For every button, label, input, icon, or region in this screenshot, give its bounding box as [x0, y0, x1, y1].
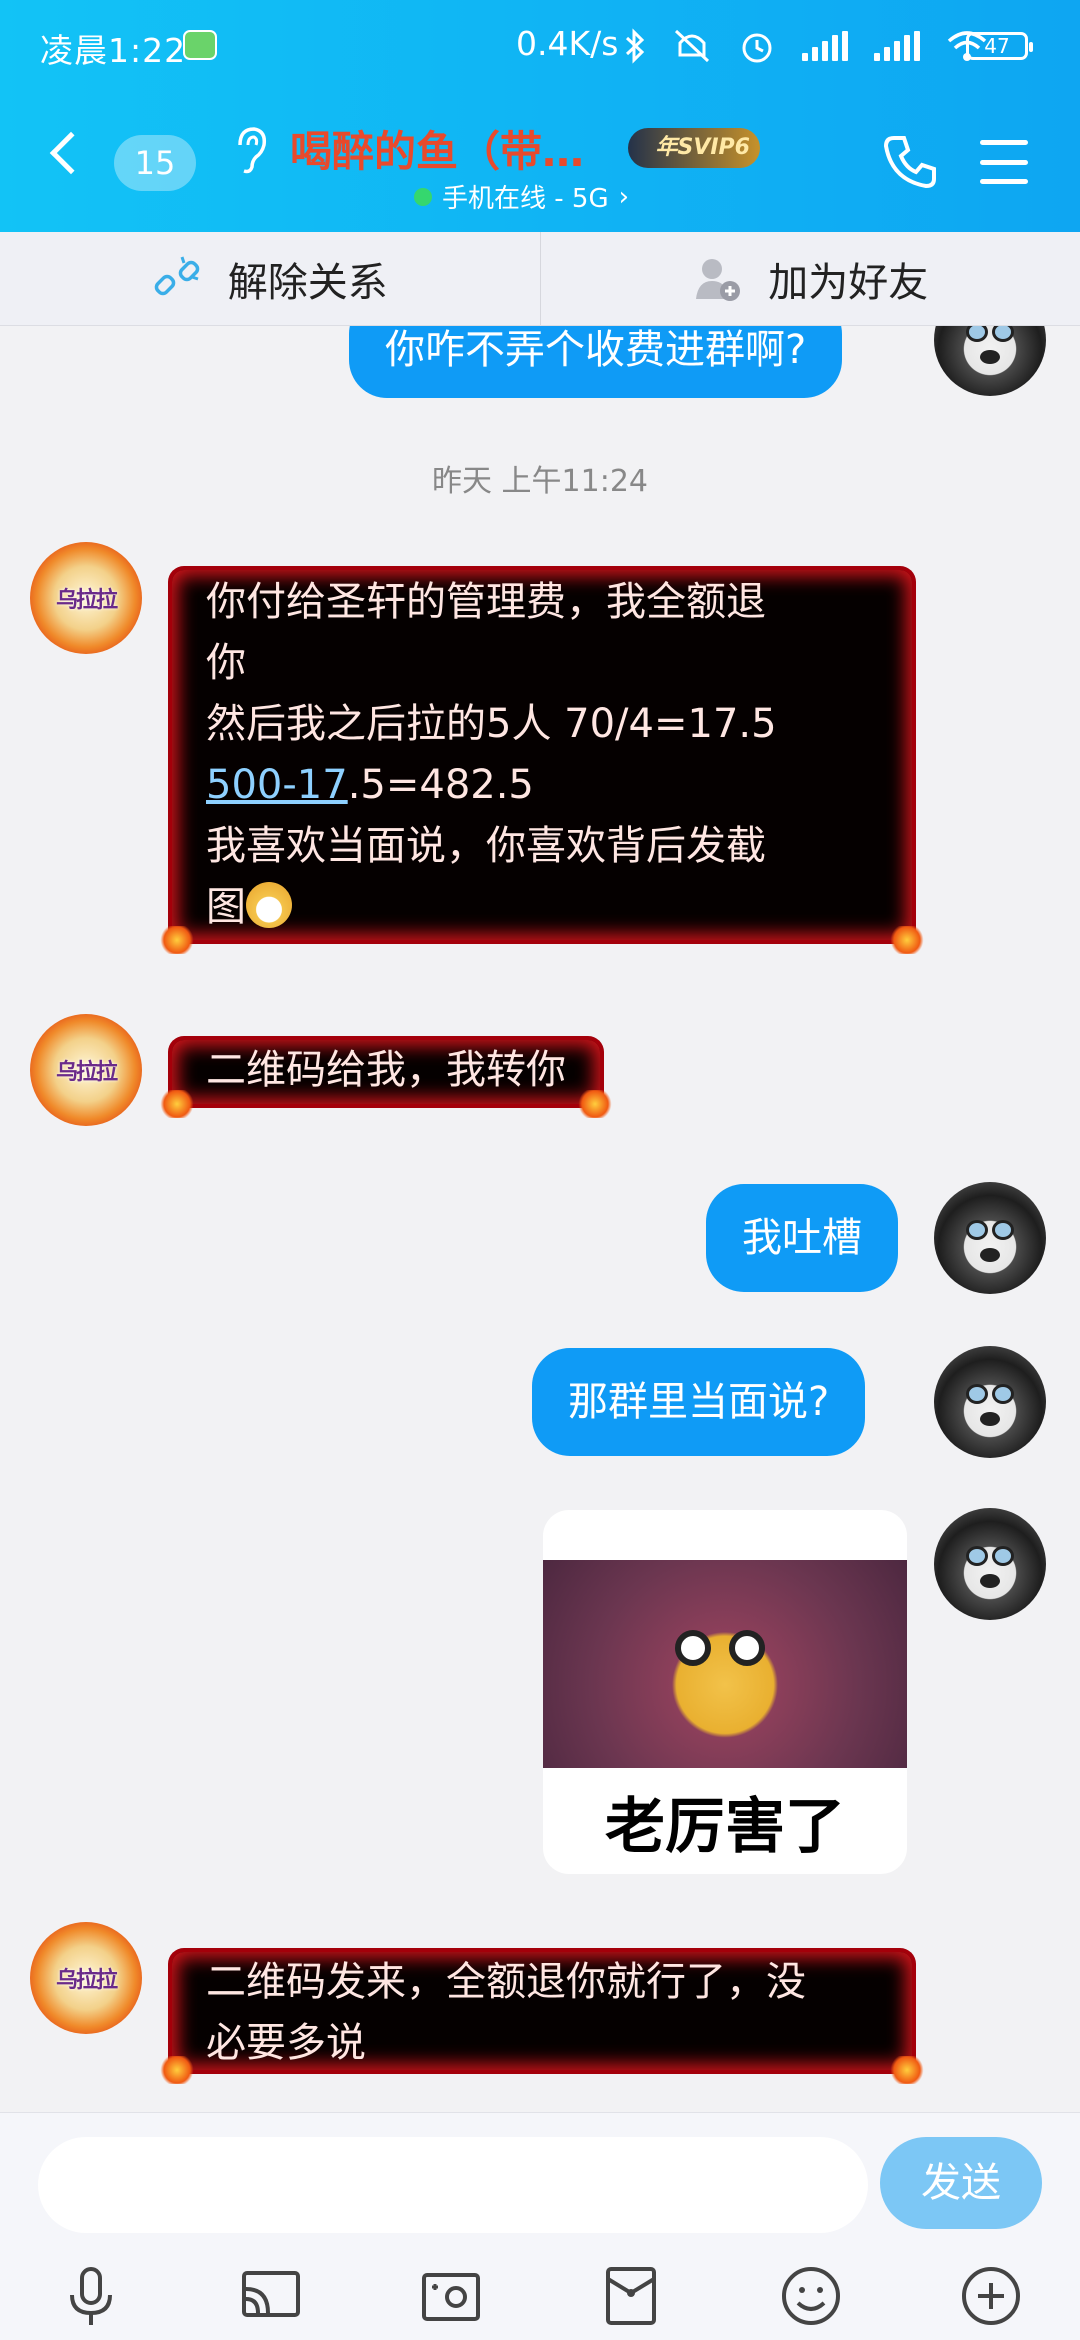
add-friend-label: 加为好友: [768, 259, 929, 306]
app-notification-icon: [183, 30, 217, 60]
chat-title[interactable]: 喝醉的鱼（带…: [290, 118, 584, 179]
mute-icon: [674, 29, 710, 63]
message-bubble-outgoing[interactable]: 我吐槽: [706, 1184, 898, 1292]
relationship-actions: 解除关系 加为好友: [0, 232, 1080, 326]
message-line: 你付给圣轩的管理费，我全额退: [206, 579, 766, 625]
online-status[interactable]: 手机在线 - 5G ›: [414, 178, 629, 215]
message-line: 500-17.5=482.5: [206, 762, 534, 808]
unread-badge[interactable]: 15: [114, 135, 196, 191]
send-button[interactable]: 发送: [880, 2137, 1042, 2229]
ear-icon[interactable]: [230, 125, 270, 175]
avatar-friend[interactable]: 乌拉拉: [30, 542, 142, 654]
alarm-icon: [742, 33, 772, 63]
avatar-self[interactable]: [934, 1346, 1046, 1458]
signal-icon: [802, 31, 848, 61]
add-friend-button[interactable]: 加为好友: [539, 232, 1080, 325]
online-dot-icon: [414, 187, 432, 206]
emoji-icon[interactable]: [778, 2263, 844, 2329]
message-bubble-outgoing[interactable]: 那群里当面说?: [532, 1348, 866, 1456]
svip-badge[interactable]: 年SVIP6: [628, 128, 760, 168]
unlink-icon: [154, 256, 200, 295]
emoji-icon: [246, 882, 292, 928]
message-text: 我吐槽: [742, 1215, 862, 1261]
message-text: 那群里当面说?: [568, 1379, 830, 1425]
message-line: 然后我之后拉的5人 70/4=17.5: [206, 701, 777, 747]
signal-icon-2: [874, 31, 920, 61]
input-bar: 发送: [0, 2112, 1080, 2340]
unbind-button[interactable]: 解除关系: [0, 232, 540, 325]
toolbar: [0, 2263, 1080, 2340]
status-time: 凌晨1:22: [40, 31, 187, 70]
message-bubble-incoming[interactable]: 二维码发来，全额退你就行了，没 必要多说: [158, 1952, 926, 2084]
avatar-self[interactable]: [934, 1508, 1046, 1620]
message-timestamp: 昨天 上午11:24: [432, 464, 648, 499]
screen-share-icon[interactable]: [238, 2263, 304, 2329]
message-text: 二维码给我，我转你: [206, 1047, 566, 1093]
avatar-friend[interactable]: 乌拉拉: [30, 1922, 142, 2034]
avatar-friend[interactable]: 乌拉拉: [30, 1014, 142, 1126]
chevron-right-icon: ›: [618, 181, 630, 212]
message-link[interactable]: 500-17: [206, 762, 348, 808]
red-packet-icon[interactable]: [598, 2263, 664, 2329]
bluetooth-icon: [625, 28, 645, 64]
sticker-message[interactable]: 老厉害了: [543, 1510, 907, 1874]
message-line: 必要多说: [206, 2020, 366, 2066]
plus-icon[interactable]: [958, 2263, 1024, 2329]
phone-icon[interactable]: [880, 132, 940, 192]
chat-header: 凌晨1:22 0.4K/s 47 15 喝醉的鱼（带… 年SVIP6 手机在线 …: [0, 0, 1080, 232]
avatar-self[interactable]: [934, 1182, 1046, 1294]
battery-icon: 47: [966, 32, 1033, 60]
message-line: 二维码发来，全额退你就行了，没: [206, 1959, 806, 2005]
status-bar: 凌晨1:22 0.4K/s 47: [0, 0, 1080, 92]
sticker-caption: 老厉害了: [605, 1792, 845, 1862]
network-speed: 0.4K/s: [516, 24, 619, 63]
status-icons: [624, 24, 988, 68]
message-line: 你: [206, 640, 246, 686]
sticker-image: [543, 1560, 907, 1768]
message-line: 图: [206, 877, 878, 938]
message-bubble-incoming[interactable]: 二维码给我，我转你: [158, 1040, 614, 1118]
message-line: 我喜欢当面说，你喜欢背后发截: [206, 823, 766, 869]
message-input[interactable]: [38, 2137, 868, 2233]
menu-icon[interactable]: [980, 140, 1028, 184]
online-status-text: 手机在线 - 5G: [442, 184, 609, 214]
mic-icon[interactable]: [58, 2263, 124, 2329]
message-text: 你咋不弄个收费进群啊?: [385, 327, 807, 373]
unbind-label: 解除关系: [227, 259, 388, 306]
photo-icon[interactable]: [418, 2263, 484, 2329]
back-icon[interactable]: [49, 131, 93, 175]
message-bubble-incoming[interactable]: 你付给圣轩的管理费，我全额退 你 然后我之后拉的5人 70/4=17.5 500…: [158, 570, 926, 954]
add-friend-icon: [696, 258, 741, 301]
